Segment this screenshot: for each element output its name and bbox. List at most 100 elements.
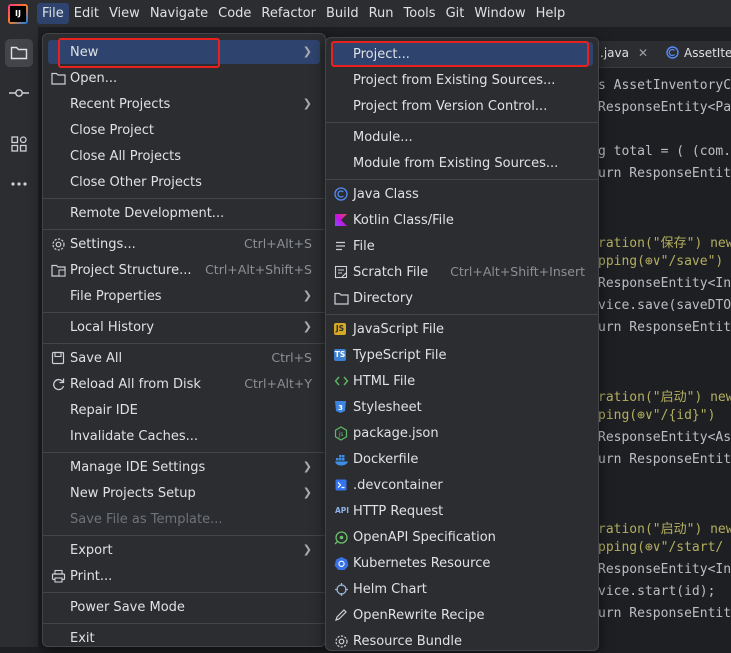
menu-item-module-from-existing-sources[interactable]: Module from Existing Sources... (331, 151, 593, 175)
menu-item-module[interactable]: Module... (331, 125, 593, 149)
menu-item-manage-ide-settings[interactable]: Manage IDE Settings ❯ (48, 455, 320, 479)
commit-tool-button[interactable] (5, 79, 33, 107)
menu-item-javascript-file[interactable]: JS JavaScript File (331, 317, 593, 341)
menu-item-print[interactable]: Print... (48, 564, 320, 588)
menu-item-label: Open... (70, 70, 118, 86)
menu-item-shortcut: Ctrl+Alt+Shift+S (205, 262, 312, 277)
left-toolbar (0, 27, 39, 647)
code-line: ResponseEntity<In (598, 562, 731, 577)
scratch-file-icon (331, 265, 353, 279)
menu-item-invalidate-caches[interactable]: Invalidate Caches... (48, 424, 320, 448)
css-icon: 3 (331, 400, 353, 414)
menu-help[interactable]: Help (531, 3, 571, 24)
menu-item-typescript-file[interactable]: TS TypeScript File (331, 343, 593, 367)
menu-item-label: New (70, 44, 99, 60)
menu-item-label: Close All Projects (70, 148, 182, 164)
menu-item-repair-ide[interactable]: Repair IDE (48, 398, 320, 422)
menu-git[interactable]: Git (441, 3, 470, 24)
menu-item-openapi-specification[interactable]: OpenAPI Specification (331, 525, 593, 549)
save-icon (48, 351, 70, 365)
menu-item-package-json[interactable]: js package.json (331, 421, 593, 445)
menu-item-label: Save File as Template... (70, 511, 223, 527)
menu-code[interactable]: Code (213, 3, 256, 24)
structure-tool-button[interactable] (5, 130, 33, 158)
menu-item-label: Reload All from Disk (70, 376, 201, 392)
docker-icon (331, 453, 353, 466)
menu-build[interactable]: Build (321, 3, 364, 24)
chevron-right-icon: ❯ (302, 45, 312, 58)
code-line: g total = ( (com. (598, 144, 731, 159)
code-line: urn ResponseEntit (598, 166, 731, 181)
more-tools-button[interactable] (5, 170, 33, 198)
menu-item-file-properties[interactable]: File Properties ❯ (48, 284, 320, 308)
menu-item-html-file[interactable]: HTML File (331, 369, 593, 393)
menu-item-project[interactable]: Project... (331, 42, 593, 66)
code-line: ResponseEntity<In (598, 276, 731, 291)
menu-refactor[interactable]: Refactor (256, 3, 321, 24)
menu-item-label: HTTP Request (353, 503, 444, 519)
menu-item-openrewrite-recipe[interactable]: OpenRewrite Recipe (331, 603, 593, 627)
menu-item-recent-projects[interactable]: Recent Projects ❯ (48, 92, 320, 116)
menu-item-reload-all-from-disk[interactable]: Reload All from Disk Ctrl+Alt+Y (48, 372, 320, 396)
menu-separator (326, 314, 598, 315)
menu-item-label: Resource Bundle (353, 633, 463, 649)
menu-navigate[interactable]: Navigate (145, 3, 213, 24)
javascript-icon: JS (331, 323, 353, 335)
menu-window[interactable]: Window (469, 3, 530, 24)
menu-item-resource-bundle[interactable]: Resource Bundle (331, 629, 593, 653)
devcontainer-icon (331, 478, 353, 492)
menu-item-project-structure[interactable]: Project Structure... Ctrl+Alt+Shift+S (48, 258, 320, 282)
menu-edit[interactable]: Edit (69, 3, 104, 24)
menu-item-save-all[interactable]: Save All Ctrl+S (48, 346, 320, 370)
menu-item-close-project[interactable]: Close Project (48, 118, 320, 142)
menu-item-label: package.json (353, 425, 439, 441)
code-line: ration("启动") new (598, 390, 731, 405)
code-editor[interactable]: s AssetInventoryC ResponseEntity<Pa g tota… (598, 68, 731, 647)
resource-bundle-icon (331, 634, 353, 649)
menu-item-kotlin-class-file[interactable]: Kotlin Class/File (331, 208, 593, 232)
menu-item-open[interactable]: Open... (48, 66, 320, 90)
menu-separator (326, 179, 598, 180)
menu-item-label: Settings... (70, 236, 136, 252)
menu-item-local-history[interactable]: Local History ❯ (48, 315, 320, 339)
menu-item-close-other-projects[interactable]: Close Other Projects (48, 170, 320, 194)
menu-item-settings[interactable]: Settings... Ctrl+Alt+S (48, 232, 320, 256)
menu-item-exit[interactable]: Exit (48, 626, 320, 650)
menu-item-devcontainer[interactable]: .devcontainer (331, 473, 593, 497)
menu-item-directory[interactable]: Directory (331, 286, 593, 310)
menu-item-save-file-as-template: Save File as Template... (48, 507, 320, 531)
tab-java-file[interactable]: .java (600, 46, 629, 60)
menu-item-http-request[interactable]: API HTTP Request (331, 499, 593, 523)
menu-tools[interactable]: Tools (399, 3, 441, 24)
tab-close-icon[interactable]: ✕ (638, 46, 648, 60)
intellij-logo-icon[interactable]: IJ (8, 3, 28, 24)
menu-item-kubernetes-resource[interactable]: Kubernetes Resource (331, 551, 593, 575)
menu-item-new[interactable]: New ❯ (48, 40, 320, 64)
project-tool-button[interactable] (5, 39, 33, 67)
menu-item-project-from-version-control[interactable]: Project from Version Control... (331, 94, 593, 118)
http-request-icon: API (331, 505, 353, 517)
menu-item-new-projects-setup[interactable]: New Projects Setup ❯ (48, 481, 320, 505)
menu-item-label: Save All (70, 350, 123, 366)
menu-run[interactable]: Run (364, 3, 399, 24)
menu-item-project-from-existing-sources[interactable]: Project from Existing Sources... (331, 68, 593, 92)
menu-item-export[interactable]: Export ❯ (48, 538, 320, 562)
menu-item-label: Close Project (70, 122, 155, 138)
menu-separator (43, 452, 325, 453)
menu-item-label: OpenAPI Specification (353, 529, 496, 545)
menu-item-dockerfile[interactable]: Dockerfile (331, 447, 593, 471)
menu-view[interactable]: View (104, 3, 145, 24)
tab-assetitem-file[interactable]: AssetIte (684, 46, 731, 60)
menu-item-label: Module from Existing Sources... (353, 155, 559, 171)
menu-item-label: JavaScript File (353, 321, 445, 337)
menu-item-helm-chart[interactable]: Helm Chart (331, 577, 593, 601)
code-line: s AssetInventoryC (598, 78, 731, 93)
menu-item-power-save-mode[interactable]: Power Save Mode (48, 595, 320, 619)
menu-item-remote-development[interactable]: Remote Development... (48, 201, 320, 225)
menu-item-scratch-file[interactable]: Scratch File Ctrl+Alt+Shift+Insert (331, 260, 593, 284)
menu-item-java-class[interactable]: Java Class (331, 182, 593, 206)
menu-file[interactable]: File (37, 3, 69, 24)
menu-item-stylesheet[interactable]: 3 Stylesheet (331, 395, 593, 419)
menu-item-file[interactable]: File (331, 234, 593, 258)
menu-item-close-all-projects[interactable]: Close All Projects (48, 144, 320, 168)
